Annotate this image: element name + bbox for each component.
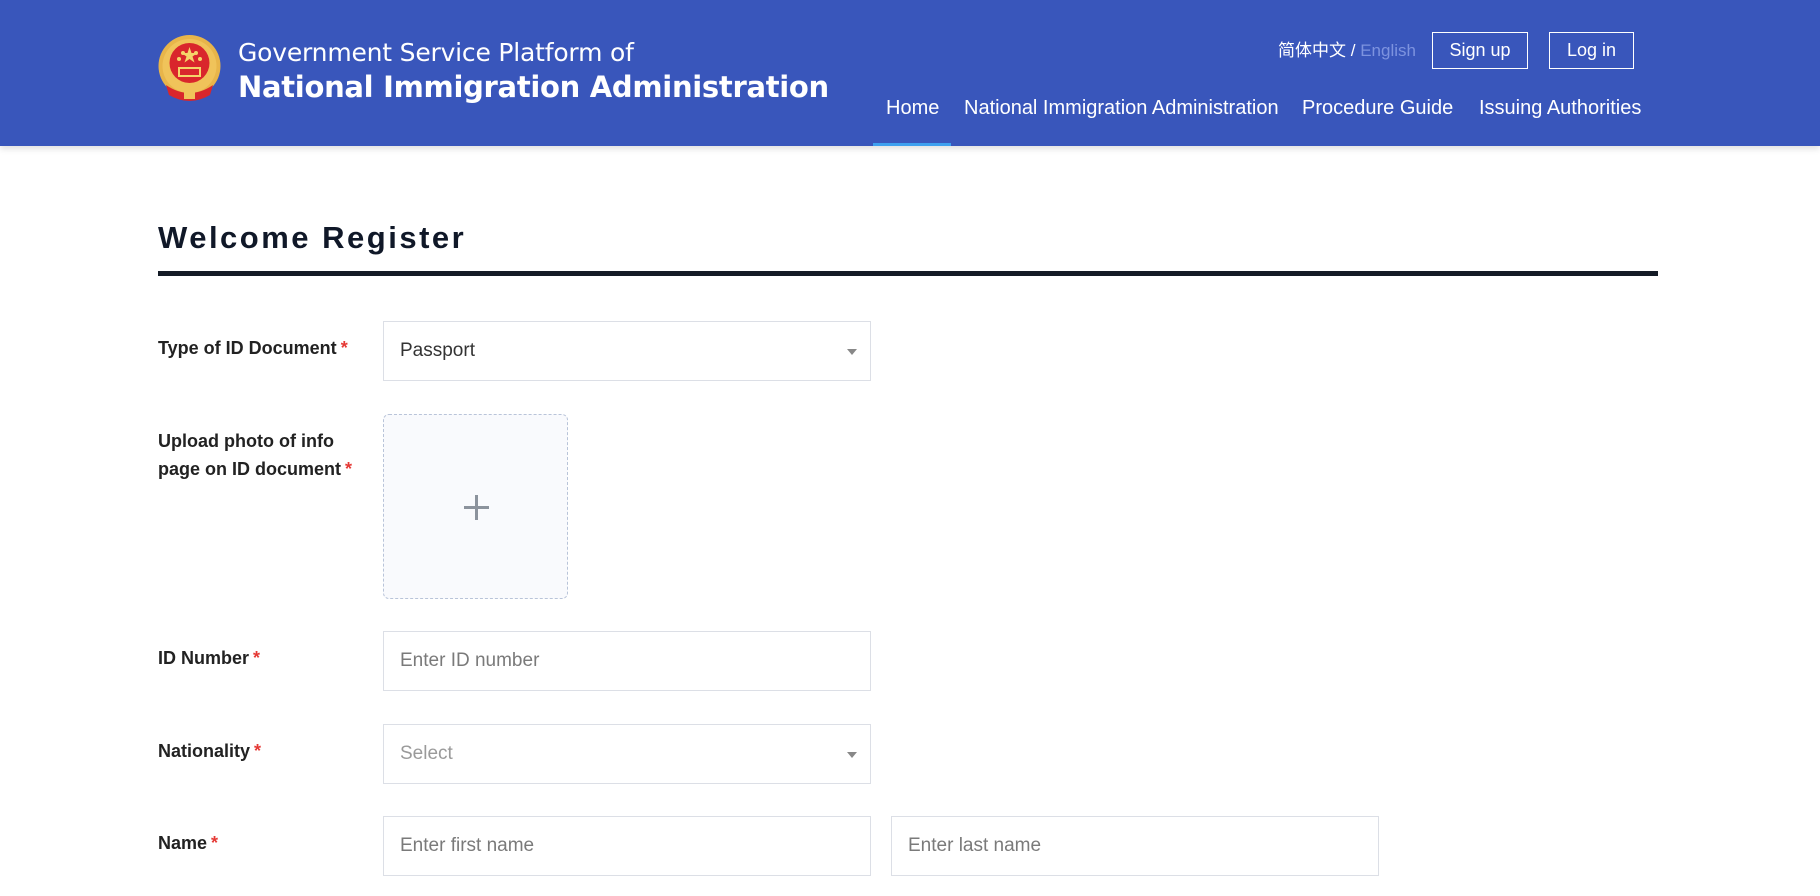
id-number-label-text: ID Number — [158, 648, 250, 668]
id-type-label-text: Type of ID Document — [158, 338, 337, 358]
upload-label: Upload photo of info page on ID document… — [158, 427, 352, 483]
nationality-select[interactable]: Select — [383, 724, 871, 784]
required-mark: * — [211, 833, 219, 853]
first-name-input[interactable]: Enter first name — [383, 816, 871, 876]
required-mark: * — [253, 648, 261, 668]
upload-photo-dropzone[interactable] — [383, 414, 568, 599]
required-mark: * — [345, 459, 353, 479]
required-mark: * — [254, 741, 262, 761]
site-header: Government Service Platform of National … — [0, 0, 1820, 146]
chevron-down-icon — [847, 752, 857, 758]
lang-chinese-link[interactable]: 简体中文 — [1278, 41, 1346, 60]
nav-issuing-authorities[interactable]: Issuing Authorities — [1479, 94, 1641, 124]
nationality-placeholder: Select — [400, 743, 453, 764]
title-divider — [158, 271, 1658, 276]
id-type-select[interactable]: Passport — [383, 321, 871, 381]
nav-national-immigration-administration[interactable]: National Immigration Administration — [964, 94, 1279, 124]
nav-active-indicator — [873, 143, 951, 146]
national-emblem-icon[interactable] — [156, 33, 223, 105]
id-type-label: Type of ID Document * — [158, 334, 348, 362]
required-mark: * — [340, 338, 348, 358]
last-name-input[interactable]: Enter last name — [891, 816, 1379, 876]
chevron-down-icon — [847, 349, 857, 355]
nationality-label-text: Nationality — [158, 741, 251, 761]
login-button[interactable]: Log in — [1549, 32, 1634, 69]
lang-english-link[interactable]: English — [1360, 41, 1416, 60]
nav-procedure-guide[interactable]: Procedure Guide — [1302, 94, 1453, 124]
language-switcher: 简体中文 / English — [1278, 39, 1416, 63]
page-title: Welcome Register — [158, 220, 467, 255]
name-label: Name * — [158, 829, 218, 857]
signup-button[interactable]: Sign up — [1432, 32, 1528, 69]
nationality-label: Nationality * — [158, 737, 261, 765]
id-number-label: ID Number * — [158, 644, 260, 672]
id-type-value: Passport — [400, 340, 475, 361]
brand-subtitle: Government Service Platform of — [238, 38, 634, 67]
upload-label-line1: Upload photo of info — [158, 431, 334, 451]
lang-separator: / — [1350, 41, 1356, 60]
name-label-text: Name — [158, 833, 208, 853]
nav-home[interactable]: Home — [886, 94, 939, 124]
brand-title[interactable]: National Immigration Administration — [238, 69, 829, 105]
id-number-input[interactable]: Enter ID number — [383, 631, 871, 691]
upload-label-line2: page on ID document — [158, 459, 342, 479]
